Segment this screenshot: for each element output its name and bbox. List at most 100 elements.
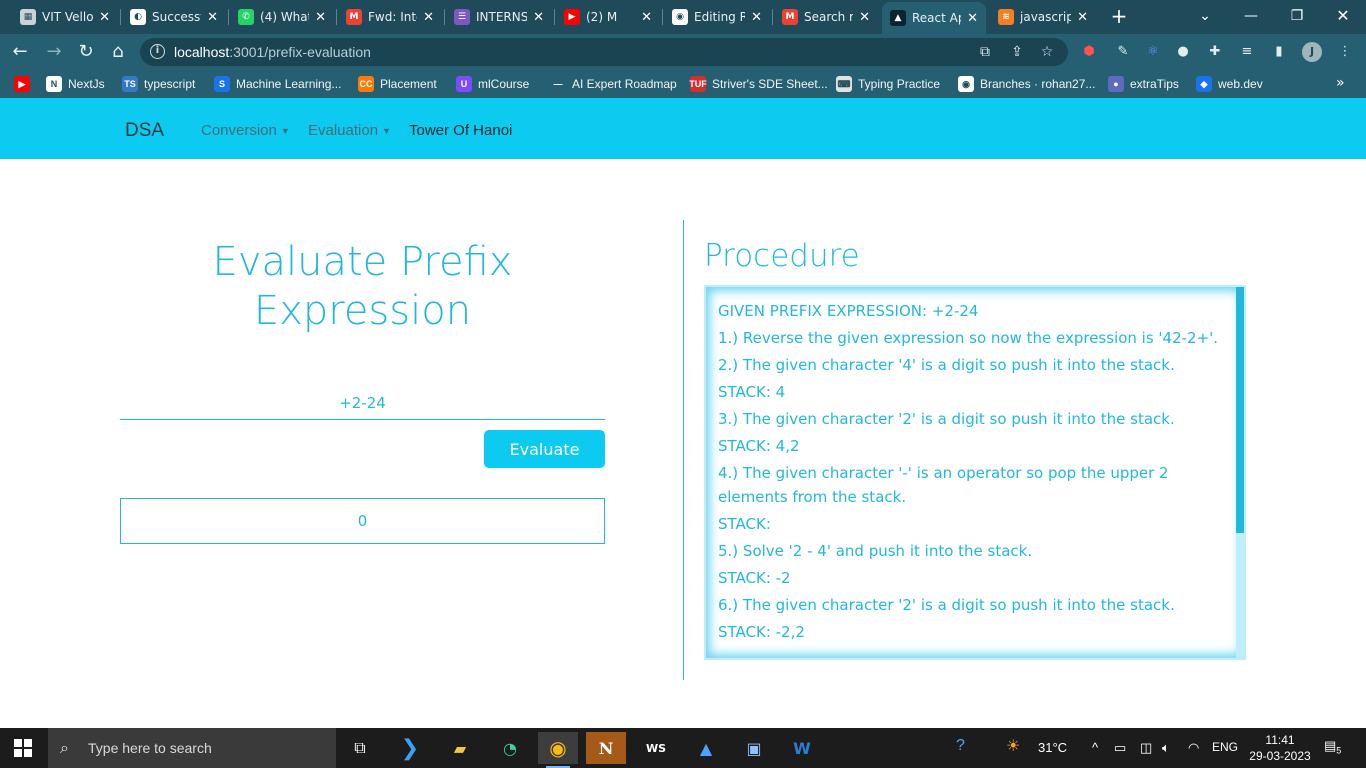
extension-eyedropper-icon[interactable]: ✎ [1114,43,1132,61]
home-button[interactable]: ⌂ [106,40,130,64]
notion-icon[interactable]: N [586,732,626,764]
browser-tab[interactable]: ◉ Editing R ✕ [664,4,770,30]
extensions-puzzle-icon[interactable]: ✚ [1206,43,1224,61]
bookmark-item[interactable]: TS typescript [122,75,195,93]
tab-close-icon[interactable]: ✕ [751,10,762,25]
site-info-icon[interactable]: i [150,44,165,59]
procedure-panel[interactable]: GIVEN PREFIX EXPRESSION: +2-24 1.) Revers… [704,285,1246,660]
system-clock[interactable]: 11:41 29-03-2023 [1246,732,1314,764]
extension-adblock-icon[interactable]: ⬢ [1080,43,1098,61]
tab-close-icon[interactable]: ✕ [315,10,326,25]
whiteboard-icon[interactable]: ▣ [734,732,774,764]
bookmark-item[interactable]: CC Placement [358,75,437,93]
bookmark-item[interactable]: N NextJs [46,75,105,93]
notifications-icon[interactable]: ▤5 [1324,738,1341,756]
weather-icon[interactable]: ☀ [1006,736,1020,756]
reload-button[interactable]: ↻ [74,40,98,64]
bookmark-favicon-icon: N [46,76,62,92]
meet-icon[interactable]: ◫ [1140,740,1152,756]
forward-button[interactable]: → [42,40,66,64]
procedure-step: STACK: -2,2 [718,623,805,641]
close-window-button[interactable]: ✕ [1320,4,1366,28]
nav-tower-of-hanoi[interactable]: Tower Of Hanoi [409,122,512,139]
browser-tab[interactable]: ☰ INTERNSHIP ✕ [446,4,552,30]
browser-tab[interactable]: ▶ (2) M ✕ [556,4,660,30]
language-indicator[interactable]: ENG [1212,740,1238,754]
restore-button[interactable]: ❐ [1274,4,1320,28]
url-text[interactable]: localhost:3001/prefix-evaluation [174,44,371,60]
procedure-scrollbar-thumb[interactable] [1236,287,1244,533]
vscode-icon[interactable]: ❯ [390,732,430,764]
tab-close-icon[interactable]: ✕ [641,10,652,25]
tab-title: Search res [804,10,854,24]
taskbar-search[interactable]: ⌕ Type here to search [48,728,336,768]
side-panel-icon[interactable]: ▮ [1270,43,1288,61]
edge-icon[interactable]: ◔ [490,732,530,764]
tab-close-icon[interactable]: ✕ [99,10,110,25]
bookmark-favicon-icon: TUF [689,76,707,92]
back-button[interactable]: ← [8,40,32,64]
expression-input[interactable] [120,386,605,420]
more-bookmarks-icon[interactable]: » [1336,75,1345,91]
new-tab-button[interactable]: + [1108,6,1130,28]
browser-tab[interactable]: M Fwd: Intern ✕ [338,4,442,30]
browser-tab[interactable]: M Search res ✕ [774,4,878,30]
chrome-icon[interactable]: ◉ [538,732,578,768]
bookmark-item[interactable]: ⌨ Typing Practice [836,75,940,93]
bookmark-item[interactable]: ◉ Branches · rohan27... [958,75,1095,93]
tab-separator [120,9,121,25]
browser-menu-icon[interactable]: ⋮ [1336,43,1354,61]
tab-close-icon[interactable]: ✕ [859,10,870,25]
bookmark-item[interactable]: ● extraTips [1108,75,1179,93]
nav-conversion-dropdown[interactable]: Conversion ▼ [201,122,290,139]
wifi-icon[interactable]: ◠ [1188,740,1199,756]
extension-react-icon[interactable]: ⚛ [1144,43,1162,61]
tab-favicon-icon: ☰ [454,9,470,25]
tab-favicon-icon: M [346,9,362,25]
tab-close-icon[interactable]: ✕ [1077,10,1088,25]
battery-icon[interactable]: ▭ [1114,740,1126,756]
bookmark-item[interactable]: TUF Striver's SDE Sheet... [689,75,828,93]
bookmark-item[interactable]: ▶ [14,75,36,93]
bookmark-item[interactable]: ◆ web.dev [1196,75,1263,93]
word-icon[interactable]: W [782,732,822,764]
bookmark-item[interactable]: UmlCourse [456,75,529,93]
address-bar[interactable]: i localhost:3001/prefix-evaluation ⧉ ⇪ ☆ [140,38,1068,66]
task-view-icon[interactable]: ⧉ [340,732,380,764]
file-explorer-icon[interactable]: ▰ [440,732,480,764]
windows-start-icon[interactable] [14,739,32,757]
tab-title: javascript [1020,10,1072,24]
brand-link[interactable]: DSA [125,120,164,142]
tab-close-icon[interactable]: ✕ [207,10,218,25]
tab-separator [554,9,555,25]
minimize-button[interactable]: — [1228,4,1274,28]
profile-avatar[interactable]: J [1302,42,1322,62]
evaluate-button[interactable]: Evaluate [484,430,605,468]
browser-tab[interactable]: ▦ VIT Vellore ✕ [12,4,118,30]
column-divider [683,220,684,680]
share-icon[interactable]: ⇪ [1008,43,1026,61]
temperature-text[interactable]: 31°C [1038,740,1067,755]
bookmark-item[interactable]: — AI Expert Roadmap [550,75,677,93]
bookmark-star-icon[interactable]: ☆ [1038,43,1056,61]
nav-evaluation-dropdown[interactable]: Evaluation ▼ [308,122,391,139]
volume-icon[interactable]: 🔈︎ [1162,740,1170,756]
open-in-app-icon[interactable]: ⧉ [976,43,994,61]
tab-close-icon[interactable]: ✕ [533,10,544,25]
photos-icon[interactable]: ▲ [686,732,726,764]
tab-close-icon[interactable]: ✕ [967,11,978,26]
browser-tab[interactable]: ◐ Successfully ✕ [122,4,226,30]
tab-search-chevron-icon[interactable]: ⌄ [1182,4,1228,28]
bookmark-item[interactable]: S Machine Learning... [214,75,341,93]
browser-tab[interactable]: ▲ React App ✕ [882,2,986,34]
tray-overflow-icon[interactable]: ^ [1092,740,1098,755]
webstorm-icon[interactable]: WS [636,732,676,764]
browser-tab[interactable]: ≋ javascript ✕ [990,4,1096,30]
extension-mic-icon[interactable]: ● [1174,43,1192,61]
reading-list-icon[interactable]: ≡ [1238,43,1256,61]
tab-close-icon[interactable]: ✕ [423,10,434,25]
browser-tab[interactable]: ✆ (4) WhatsApp ✕ [230,4,334,30]
help-icon[interactable]: ? [956,737,965,755]
tab-separator [444,9,445,25]
procedure-scrollbar[interactable] [1236,287,1244,658]
